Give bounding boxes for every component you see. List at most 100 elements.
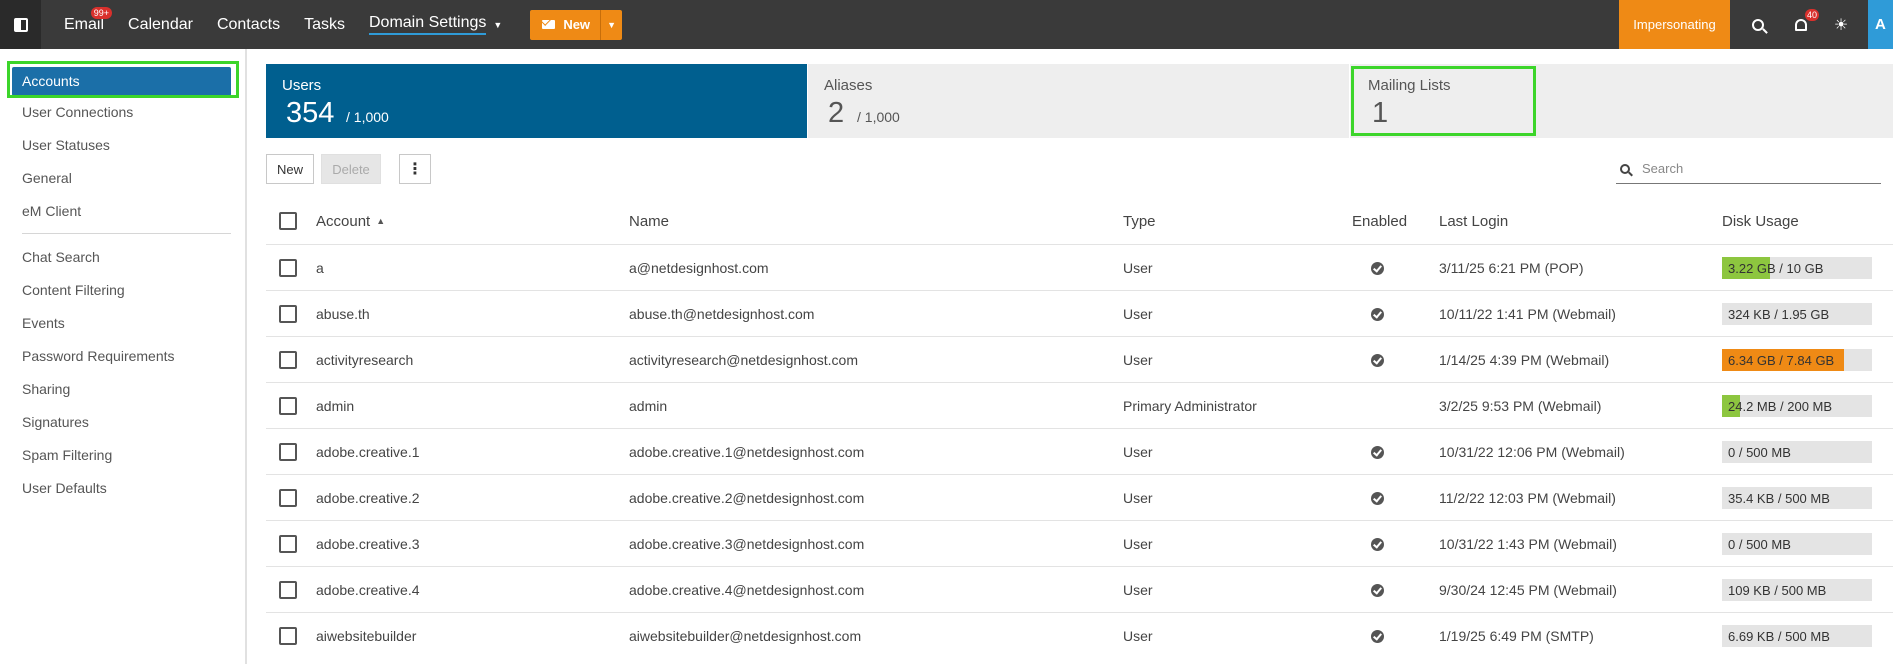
row-checkbox[interactable] — [279, 259, 297, 277]
column-header-disk-usage[interactable]: Disk Usage — [1722, 198, 1799, 244]
more-actions-button[interactable]: ⋮ — [399, 154, 431, 184]
last-login-cell: 9/30/24 12:45 PM (Webmail) — [1439, 582, 1617, 598]
top-bar: Email 99+ Calendar Contacts Tasks Domain… — [0, 0, 1893, 49]
table-row[interactable]: abuse.th abuse.th@netdesignhost.com User 10… — [266, 290, 1893, 336]
column-header-account[interactable]: Account ▲ — [316, 198, 385, 244]
row-checkbox[interactable] — [279, 351, 297, 369]
users-card-title: Users — [282, 77, 322, 94]
sidebar-item-signatures[interactable]: Signatures — [22, 414, 89, 430]
sidebar-item-spam-filtering[interactable]: Spam Filtering — [22, 447, 112, 463]
sidebar-item-general[interactable]: General — [22, 170, 72, 186]
column-header-enabled[interactable]: Enabled — [1352, 198, 1407, 244]
disk-usage-bar: 0 / 500 MB — [1722, 441, 1872, 463]
account-search-input[interactable] — [1642, 161, 1862, 176]
nav-contacts[interactable]: Contacts — [217, 0, 280, 49]
notifications-button[interactable]: 40 — [1786, 0, 1820, 49]
aliases-max: / 1,000 — [857, 109, 900, 125]
name-cell: adobe.creative.1@netdesignhost.com — [629, 444, 865, 460]
type-cell: User — [1123, 306, 1153, 322]
sidebar-item-content-filtering[interactable]: Content Filtering — [22, 282, 125, 298]
sidebar-item-chat-search[interactable]: Chat Search — [22, 249, 100, 265]
disk-usage-text: 6.34 GB / 7.84 GB — [1728, 353, 1835, 368]
column-header-last-login[interactable]: Last Login — [1439, 198, 1508, 244]
bell-icon — [1795, 18, 1807, 31]
delete-account-button[interactable]: Delete — [321, 154, 381, 184]
row-checkbox[interactable] — [279, 627, 297, 645]
sidebar-item-user-connections[interactable]: User Connections — [22, 104, 133, 120]
table-row[interactable]: admin admin Primary Administrator 3/2/25 9:… — [266, 382, 1893, 428]
disk-usage-cell: 6.34 GB / 7.84 GB — [1722, 337, 1872, 383]
check-circle-icon — [1371, 583, 1384, 597]
row-select-cell — [279, 291, 297, 337]
row-checkbox[interactable] — [279, 305, 297, 323]
check-circle-icon — [1371, 445, 1384, 459]
nav-email[interactable]: Email 99+ — [64, 0, 113, 49]
table-row[interactable]: adobe.creative.1 adobe.creative.1@netdesi… — [266, 428, 1893, 474]
type-cell: Primary Administrator — [1123, 398, 1257, 414]
column-header-type[interactable]: Type — [1123, 198, 1156, 244]
disk-usage-cell: 24.2 MB / 200 MB — [1722, 383, 1872, 429]
global-search-button[interactable] — [1743, 0, 1773, 49]
nav-contacts-label: Contacts — [216, 15, 281, 33]
table-row[interactable]: a a@netdesignhost.com User 3/11/25 6:21 PM … — [266, 244, 1893, 290]
row-select-cell — [279, 383, 297, 429]
disk-usage-cell: 324 KB / 1.95 GB — [1722, 291, 1872, 337]
column-header-name[interactable]: Name — [629, 198, 669, 244]
new-message-button[interactable]: New — [530, 9, 601, 40]
disk-usage-cell: 109 KB / 500 MB — [1722, 567, 1872, 613]
last-login-cell: 1/14/25 4:39 PM (Webmail) — [1439, 352, 1610, 368]
nav-domain-settings[interactable]: Domain Settings ▼ — [369, 0, 502, 49]
check-circle-icon — [1371, 491, 1384, 505]
table-row[interactable]: adobe.creative.4 adobe.creative.4@netdesi… — [266, 566, 1893, 612]
nav-tasks[interactable]: Tasks — [304, 0, 345, 49]
disk-usage-text: 324 KB / 1.95 GB — [1728, 307, 1830, 322]
account-cell: adobe.creative.2 — [316, 490, 420, 506]
type-cell: User — [1123, 628, 1153, 644]
row-select-cell — [279, 613, 297, 659]
table-row[interactable]: adobe.creative.2 adobe.creative.2@netdesi… — [266, 474, 1893, 520]
table-row[interactable]: aiwebsitebuilder aiwebsitebuilder@netdesi… — [266, 612, 1893, 658]
table-row[interactable]: activityresearch activityresearch@netdesi… — [266, 336, 1893, 382]
settings-sidebar: Accounts User Connections User Statuses … — [0, 49, 247, 664]
type-cell: User — [1123, 536, 1153, 552]
row-checkbox[interactable] — [279, 397, 297, 415]
theme-toggle-button[interactable]: ☀ — [1826, 0, 1856, 49]
sidebar-toggle-button[interactable] — [0, 0, 41, 49]
account-cell: activityresearch — [316, 352, 414, 368]
sidebar-item-password-requirements[interactable]: Password Requirements — [22, 348, 175, 364]
sidebar-item-events[interactable]: Events — [22, 315, 65, 331]
sidebar-item-user-defaults[interactable]: User Defaults — [22, 480, 107, 496]
enabled-cell — [1371, 475, 1384, 521]
new-account-button[interactable]: New — [266, 154, 314, 184]
account-search — [1616, 154, 1881, 184]
chevron-down-icon: ▼ — [607, 19, 616, 30]
impersonating-button[interactable]: Impersonating — [1619, 0, 1730, 49]
disk-usage-bar: 0 / 500 MB — [1722, 533, 1872, 555]
aliases-card-title: Aliases — [824, 77, 873, 94]
nav-calendar[interactable]: Calendar — [128, 0, 193, 49]
more-vertical-icon: ⋮ — [407, 161, 423, 178]
aliases-card[interactable]: Aliases 2 / 1,000 — [808, 64, 1349, 138]
row-checkbox[interactable] — [279, 581, 297, 599]
sidebar-item-em-client[interactable]: eM Client — [22, 203, 81, 219]
user-avatar[interactable]: A — [1868, 0, 1893, 49]
row-checkbox[interactable] — [279, 443, 297, 461]
aliases-count: 2 — [828, 97, 845, 129]
select-all-checkbox[interactable] — [279, 212, 297, 230]
sidebar-item-user-statuses[interactable]: User Statuses — [22, 137, 110, 153]
nav-tasks-label: Tasks — [304, 15, 345, 33]
name-cell: adobe.creative.4@netdesignhost.com — [629, 582, 865, 598]
check-circle-icon — [1371, 261, 1384, 275]
check-circle-icon — [1371, 537, 1384, 551]
disk-usage-text: 0 / 500 MB — [1728, 537, 1791, 552]
row-checkbox[interactable] — [279, 489, 297, 507]
row-select-cell — [279, 567, 297, 613]
sidebar-item-sharing[interactable]: Sharing — [22, 381, 70, 397]
row-checkbox[interactable] — [279, 535, 297, 553]
disk-usage-text: 24.2 MB / 200 MB — [1728, 399, 1833, 414]
nav-calendar-label: Calendar — [128, 15, 193, 33]
table-row[interactable]: adobe.creative.3 adobe.creative.3@netdesi… — [266, 520, 1893, 566]
last-login-cell: 10/11/22 1:41 PM (Webmail) — [1439, 306, 1616, 322]
users-card[interactable]: Users 354 / 1,000 — [266, 64, 807, 138]
new-dropdown-button[interactable]: ▼ — [600, 9, 623, 40]
